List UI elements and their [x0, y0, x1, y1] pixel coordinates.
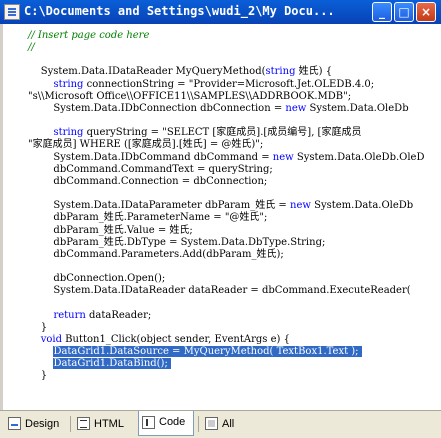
code-line: System.Data.IDataReader dataReader = dbC… — [28, 285, 411, 297]
code-line: string connectionString = "Provider=Micr… — [53, 78, 375, 90]
code-line: // Insert page code here — [28, 30, 150, 41]
code-text[interactable]: // Insert page code here// System.Data.I… — [28, 30, 424, 383]
code-editor[interactable]: // Insert page code here// System.Data.I… — [0, 24, 441, 410]
code-line: DataGrid1.DataSource = MyQueryMethod( Te… — [53, 346, 362, 358]
code-line: dbCommand.Parameters.Add(dbParam_姓氏); — [28, 248, 284, 260]
code-icon — [142, 416, 155, 429]
code-line: string queryString = "SELECT [家庭成员].[成员编… — [53, 127, 362, 139]
code-line: DataGrid1.DataBind(); — [53, 358, 172, 370]
tab-html[interactable]: HTML — [74, 414, 132, 434]
close-button[interactable]: × — [416, 2, 436, 22]
tab-all[interactable]: All — [202, 414, 247, 434]
maximize-button[interactable]: □ — [394, 2, 414, 22]
code-line: dbCommand.CommandText = queryString; — [28, 163, 273, 175]
tab-all-label: All — [222, 418, 235, 430]
code-line: // — [28, 42, 35, 54]
code-line: dbConnection.Open(); — [28, 273, 166, 285]
code-line: System.Data.IDataParameter dbParam_姓氏 = … — [28, 200, 414, 212]
view-tab-bar: Design HTML Code All — [0, 410, 441, 438]
tab-divider — [70, 416, 71, 432]
code-line: } — [28, 321, 48, 333]
html-icon — [77, 417, 90, 430]
code-line: System.Data.IDbCommand dbCommand = new S… — [28, 151, 425, 163]
design-icon — [8, 417, 21, 430]
code-line: System.Data.IDataReader MyQueryMethod(st… — [28, 66, 333, 78]
title-bar[interactable]: C:\Documents and Settings\wudi_2\My Docu… — [0, 0, 441, 24]
tab-divider — [198, 416, 199, 432]
code-line: dbParam_姓氏.Value = 姓氏; — [28, 224, 193, 236]
code-line: System.Data.IDbConnection dbConnection =… — [28, 102, 409, 114]
code-line: "家庭成员] WHERE ([家庭成员].[姓氏] = @姓氏)"; — [28, 139, 264, 151]
tab-code-label: Code — [159, 416, 186, 428]
code-line: } — [28, 370, 48, 382]
tab-design[interactable]: Design — [5, 414, 67, 434]
tab-design-label: Design — [25, 418, 60, 430]
code-line: void Button1_Click(object sender, EventA… — [40, 333, 290, 345]
document-icon — [4, 4, 20, 20]
code-line: "s\\Microsoft Office\\OFFICE11\\SAMPLES\… — [28, 90, 352, 102]
window-title: C:\Documents and Settings\wudi_2\My Docu… — [24, 4, 335, 18]
tab-code[interactable]: Code — [138, 411, 194, 436]
tab-html-label: HTML — [94, 418, 124, 430]
code-line: dbParam_姓氏.ParameterName = "@姓氏"; — [28, 212, 268, 224]
minimize-button[interactable]: _ — [372, 2, 392, 22]
all-icon — [205, 417, 218, 430]
code-line: dbCommand.Connection = dbConnection; — [28, 175, 268, 187]
code-line: return dataReader; — [53, 309, 152, 321]
code-line: dbParam_姓氏.DbType = System.Data.DbType.S… — [28, 236, 326, 248]
